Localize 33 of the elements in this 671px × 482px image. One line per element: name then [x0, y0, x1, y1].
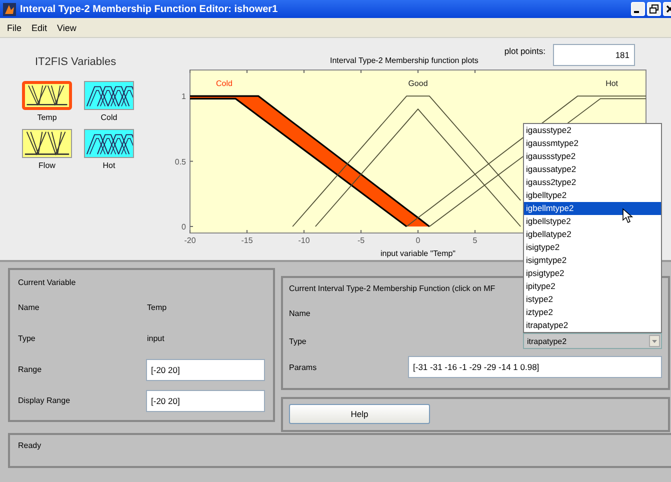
- field-value: input: [147, 334, 164, 343]
- tick-label: -15: [241, 236, 253, 245]
- plot-title: Interval Type-2 Membership function plots: [330, 56, 478, 65]
- status-bar: Ready: [8, 433, 671, 468]
- field-label: Params: [289, 362, 318, 372]
- tick-label: 0: [416, 236, 420, 245]
- tick-label: 0.5: [174, 157, 186, 166]
- field-label: Name: [18, 303, 40, 312]
- panel-title: Current Interval Type-2 Membership Function (click on MF: [289, 284, 496, 295]
- membership-label: Good: [408, 79, 428, 88]
- field-value: Temp: [147, 303, 167, 312]
- field-label: Name: [289, 308, 312, 318]
- window-title: Interval Type-2 Membership Function Editor: ishower1: [20, 4, 279, 14]
- variable-label: Hot: [102, 161, 116, 172]
- variable-label: Flow: [38, 161, 56, 172]
- field-label: Type: [18, 334, 36, 343]
- section-title: IT2FIS Variables: [35, 56, 118, 70]
- tick-label: 5: [472, 236, 478, 245]
- panel-title: Current Variable: [18, 278, 76, 289]
- axis-label: input variable "Temp": [380, 249, 456, 258]
- tick-label: 0: [182, 222, 186, 232]
- variable-label: Temp: [37, 113, 57, 124]
- tick-label: -5: [357, 236, 365, 245]
- variable-label: Cold: [100, 113, 118, 124]
- membership-label: Hot: [606, 79, 618, 88]
- tick-label: -20: [184, 236, 196, 245]
- tick-label: -10: [298, 236, 310, 245]
- field-label: Type: [289, 336, 308, 346]
- field-label: plot points:: [504, 46, 546, 56]
- tick-label: 1: [182, 92, 186, 102]
- field-label: Display Range: [18, 396, 72, 405]
- field-label: Range: [18, 365, 43, 374]
- membership-label: Cold: [216, 79, 232, 88]
